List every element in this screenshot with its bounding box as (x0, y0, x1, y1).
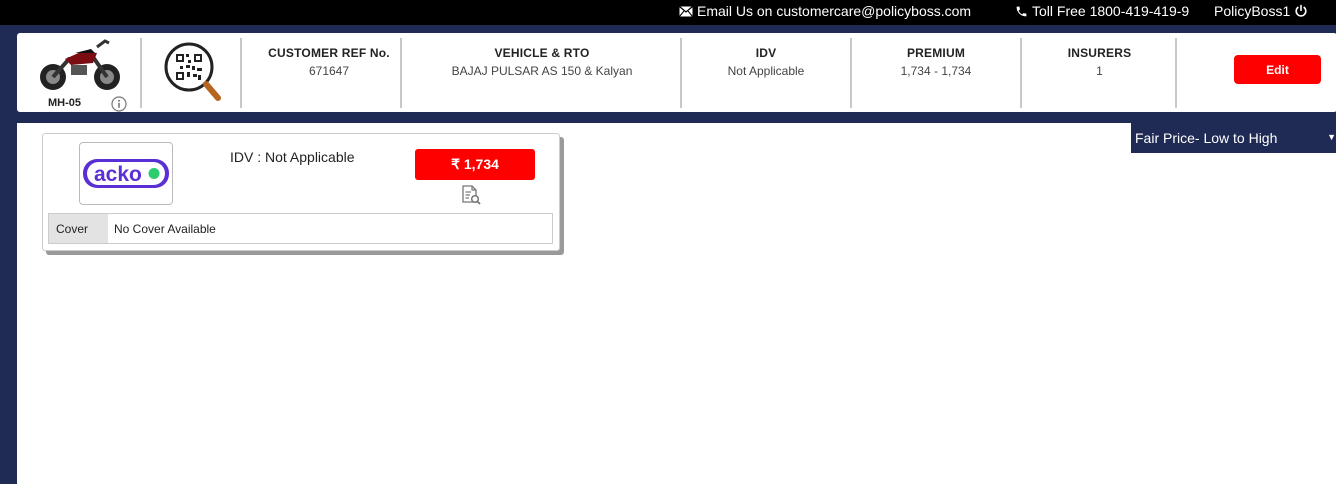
vehicle-rto-column: VEHICLE & RTO BAJAJ PULSAR AS 150 & Kaly… (402, 46, 682, 78)
quotes-area: Fair Price- Low to High ▼ acko IDV : Not… (17, 123, 1336, 484)
idv-value: Not Applicable (727, 64, 805, 78)
policy-document-search-icon[interactable] (460, 184, 482, 206)
phone-icon (1016, 6, 1027, 16)
registration-plate: MH-05 (48, 97, 82, 109)
top-bar: Email Us on customercare@policyboss.com … (0, 0, 1336, 25)
vehicle-rto-label: VEHICLE & RTO (494, 46, 590, 60)
premium-column: PREMIUM 1,734 - 1,734 (852, 46, 1020, 78)
quote-summary-bar: MH-05 CUSTOMER REF No. 671647 VEHICLE & … (17, 33, 1336, 112)
quote-idv: IDV : Not Applicable (230, 149, 355, 165)
toll-free-text: Toll Free 1800-419-419-9 (1032, 3, 1190, 19)
cover-label: Cover (49, 214, 108, 243)
email-link[interactable]: Email Us on customercare@policyboss.com (679, 3, 971, 19)
email-text: Email Us on customercare@policyboss.com (697, 3, 972, 19)
cover-table: Cover No Cover Available (48, 213, 553, 244)
edit-button[interactable]: Edit (1234, 55, 1321, 84)
divider (240, 38, 242, 108)
idv-label: IDV (755, 46, 777, 60)
vehicle-rto-value: BAJAJ PULSAR AS 150 & Kalyan (451, 64, 633, 78)
insurers-label: INSURERS (1067, 46, 1132, 60)
premium-value: 1,734 - 1,734 (900, 64, 972, 78)
envelope-icon (679, 5, 693, 17)
qr-search-icon[interactable] (164, 40, 222, 104)
info-icon[interactable] (111, 96, 127, 112)
insurer-logo: acko (79, 142, 173, 205)
customer-ref-label: CUSTOMER REF No. (268, 46, 390, 60)
insurers-value: 1 (1096, 64, 1103, 78)
premium-label: PREMIUM (906, 46, 966, 60)
user-menu[interactable]: PolicyBoss1 (1214, 3, 1308, 19)
cover-value: No Cover Available (114, 221, 216, 236)
insurers-column: INSURERS 1 (1022, 46, 1177, 78)
acko-logo-text: acko (94, 163, 142, 186)
motorbike-icon (40, 39, 120, 90)
divider (1175, 38, 1177, 108)
toll-free-link[interactable]: Toll Free 1800-419-419-9 (1015, 3, 1189, 19)
power-icon[interactable] (1294, 4, 1308, 18)
customer-ref-value: 671647 (308, 64, 350, 78)
divider (140, 38, 142, 108)
buy-price-button[interactable]: ₹ 1,734 (415, 149, 535, 180)
dropdown-caret-icon: ▼ (1327, 132, 1336, 142)
idv-column: IDV Not Applicable (682, 46, 850, 78)
sort-dropdown[interactable]: Fair Price- Low to High ▼ (1131, 123, 1336, 153)
customer-ref-column: CUSTOMER REF No. 671647 (249, 46, 409, 78)
quote-card: acko IDV : Not Applicable ₹ 1,734 Cover … (42, 133, 560, 251)
sort-selected-value: Fair Price- Low to High (1135, 130, 1278, 146)
acko-logo: acko (83, 159, 169, 188)
username: PolicyBoss1 (1214, 3, 1291, 19)
